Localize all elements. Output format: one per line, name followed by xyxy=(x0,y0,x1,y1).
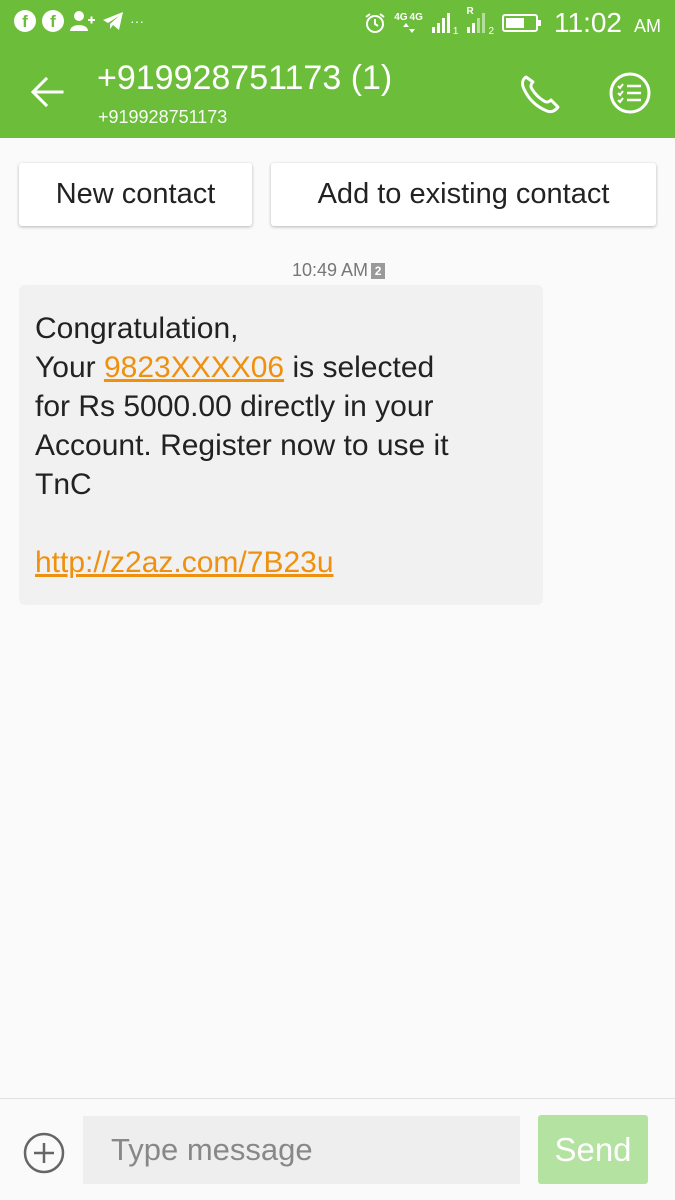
network-label-1: 4G xyxy=(394,12,408,23)
message-line: Account. Register now to use it xyxy=(35,429,449,462)
notification-icons: f f ··· xyxy=(14,10,144,32)
clock-ampm: AM xyxy=(634,15,661,36)
message-timestamp: 10:49 AM 2 xyxy=(292,260,386,281)
network-label-2: 4G xyxy=(409,12,423,23)
sim-badge-icon: 2 xyxy=(371,262,386,279)
message-line: Congratulation, xyxy=(35,312,239,345)
sim-2-signal: R xyxy=(466,6,488,34)
back-arrow-icon[interactable] xyxy=(22,69,72,115)
phone-icon[interactable] xyxy=(514,69,566,117)
data-arrows-icon xyxy=(402,23,415,33)
message-text: is selected xyxy=(284,351,435,384)
conversation-subtitle: +919928751173 xyxy=(98,107,228,127)
message-line: http://z2az.com/7B23u xyxy=(35,543,535,582)
phone-number-link[interactable]: 9823XXXX06 xyxy=(104,351,284,384)
facebook-icon: f xyxy=(42,10,64,32)
signal-icon xyxy=(431,13,450,33)
checklist-menu-icon[interactable] xyxy=(604,69,656,117)
conversation-app-bar: +919928751173 (1) +919928751173 xyxy=(0,45,675,138)
roaming-label: R xyxy=(466,6,474,17)
plus-circle-icon[interactable] xyxy=(22,1131,66,1175)
new-contact-button[interactable]: New contact xyxy=(19,163,252,226)
add-person-icon xyxy=(70,11,95,31)
sim-1-label: 1 xyxy=(452,25,459,37)
more-notifications: ··· xyxy=(130,13,144,29)
message-line: Your 9823XXXX06 is selected xyxy=(35,348,535,387)
add-to-existing-contact-button[interactable]: Add to existing contact xyxy=(271,163,656,226)
timestamp-text: 10:49 AM xyxy=(292,260,369,280)
network-type-1: 4G 4G xyxy=(394,13,423,33)
telegram-icon xyxy=(103,12,123,30)
message-text: Your xyxy=(35,351,104,384)
message-composer: Send xyxy=(0,1098,675,1200)
sim-2-label: 2 xyxy=(488,25,494,37)
battery-icon xyxy=(502,14,541,32)
alarm-icon xyxy=(365,13,385,33)
message-input[interactable] xyxy=(83,1116,520,1184)
conversation-title: +919928751173 (1) xyxy=(97,59,393,97)
message-line: for Rs 5000.00 directly in your xyxy=(35,390,434,423)
clock: 11:02 xyxy=(554,7,622,38)
url-link[interactable]: http://z2az.com/7B23u xyxy=(35,546,334,579)
status-bar: f f ··· 4G 4G 1 R 2 11:02 AM xyxy=(0,0,675,45)
sms-conversation-screen: f f ··· 4G 4G 1 R 2 11:02 AM +9199287511… xyxy=(0,0,675,1200)
send-button[interactable]: Send xyxy=(538,1115,648,1184)
message-line: TnC xyxy=(35,468,92,501)
system-status: 4G 4G 1 R 2 11:02 AM xyxy=(364,4,661,42)
message-bubble[interactable]: Congratulation, Your 9823XXXX06 is selec… xyxy=(19,285,543,605)
message-body: Congratulation, Your 9823XXXX06 is selec… xyxy=(35,309,535,582)
facebook-icon: f xyxy=(14,10,36,32)
